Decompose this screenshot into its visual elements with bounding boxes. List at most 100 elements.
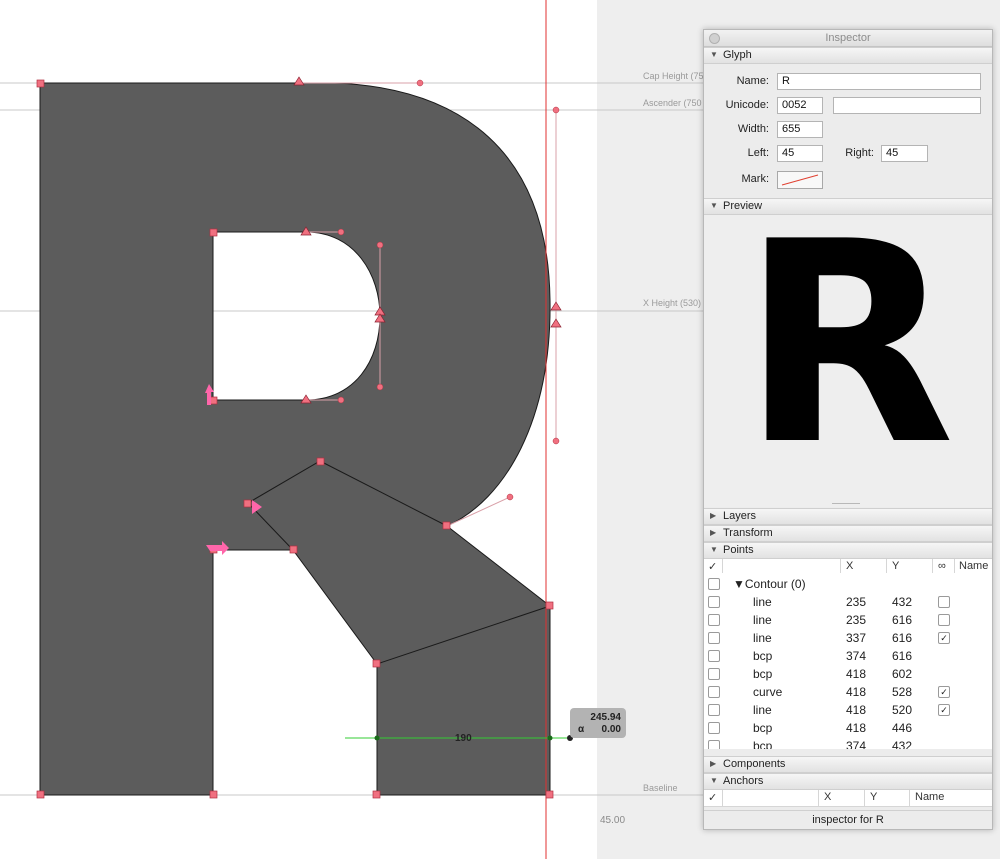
width-label: Width: (737, 123, 769, 135)
name-field[interactable]: R (777, 73, 981, 90)
transform-section-label: Transform (723, 527, 773, 539)
table-row[interactable]: bcp 374 616 (704, 647, 992, 665)
point-y[interactable]: 432 (892, 739, 912, 749)
unicode-label: Unicode: (725, 99, 769, 111)
point-x[interactable]: 337 (846, 631, 866, 645)
measure-tooltip: 245.94 α 0.00 (570, 708, 626, 738)
table-row[interactable]: line 235 432 (704, 593, 992, 611)
measure-point (374, 735, 380, 741)
check-column-header[interactable]: ✓ (708, 791, 717, 804)
select-checkbox[interactable] (708, 668, 720, 680)
point-type: line (753, 613, 772, 627)
point-x[interactable]: 418 (846, 721, 866, 735)
points-section-label: Points (723, 544, 754, 556)
point-y[interactable]: 432 (892, 595, 912, 609)
inspector-panel: Inspector ▼ Glyph Name: R Unicode: 0052 … (703, 29, 993, 830)
status-text: inspector for R (704, 810, 992, 829)
preview-glyph: R (740, 182, 956, 506)
right-margin-value: 45.00 (600, 815, 626, 826)
point-type: bcp (753, 739, 773, 749)
smooth-checkbox[interactable]: ✓ (938, 704, 950, 716)
point-y[interactable]: 616 (892, 649, 912, 663)
components-section-label: Components (723, 758, 786, 770)
tooltip-angle: 0.00 (601, 724, 621, 735)
point-y[interactable]: 602 (892, 667, 912, 681)
anchors-section-header[interactable]: ▼ Anchors (704, 773, 992, 790)
select-checkbox[interactable] (708, 596, 720, 608)
point-y[interactable]: 446 (892, 721, 912, 735)
select-checkbox[interactable] (708, 686, 720, 698)
glyph-section-header[interactable]: ▼ Glyph (704, 47, 992, 64)
smooth-checkbox[interactable]: ✓ (938, 632, 950, 644)
point-x[interactable]: 374 (846, 649, 866, 663)
point-x[interactable]: 235 (846, 613, 866, 627)
point-x[interactable]: 235 (846, 595, 866, 609)
table-row[interactable]: bcp 418 446 (704, 719, 992, 737)
glyph-outline[interactable] (39, 82, 551, 796)
left-margin-field[interactable]: 45 (777, 145, 823, 162)
table-row[interactable]: curve 418 528 ✓ (704, 683, 992, 701)
table-row[interactable]: line 418 520 ✓ (704, 701, 992, 719)
anchors-table-header: ✓ X Y Name (704, 790, 992, 807)
unicode-name-field[interactable] (833, 97, 981, 114)
left-margin-label: Left: (747, 147, 769, 159)
smooth-checkbox[interactable] (938, 596, 950, 608)
point-y[interactable]: 616 (892, 631, 912, 645)
select-checkbox[interactable] (708, 704, 720, 716)
point-y[interactable]: 520 (892, 703, 912, 717)
smooth-checkbox[interactable] (938, 614, 950, 626)
anchors-section-label: Anchors (723, 775, 764, 787)
select-checkbox[interactable] (708, 632, 720, 644)
smooth-column-header[interactable]: ∞ (938, 560, 946, 572)
disclosure-open-icon: ▼ (710, 50, 718, 59)
resize-grip[interactable] (832, 503, 860, 504)
inspector-titlebar[interactable]: Inspector (704, 30, 992, 47)
point-y[interactable]: 528 (892, 685, 912, 699)
y-column-header[interactable]: Y (870, 791, 877, 803)
glyph-preview: R (704, 205, 992, 507)
components-section-header[interactable]: ▶ Components (704, 756, 992, 773)
select-checkbox[interactable] (708, 578, 720, 590)
select-checkbox[interactable] (708, 722, 720, 734)
right-margin-label: Right: (845, 147, 874, 159)
point-type: curve (753, 685, 783, 699)
disclosure-open-icon: ▼ (710, 776, 718, 785)
point-y[interactable]: 616 (892, 613, 912, 627)
glyph-section-label: Glyph (723, 49, 752, 61)
name-label: Name: (736, 75, 769, 87)
point-x[interactable]: 374 (846, 739, 866, 749)
select-checkbox[interactable] (708, 650, 720, 662)
y-column-header[interactable]: Y (892, 560, 899, 572)
select-checkbox[interactable] (708, 740, 720, 749)
disclosure-closed-icon: ▶ (710, 759, 717, 768)
point-type: line (753, 595, 772, 609)
points-table[interactable]: ▼Contour (0) line 235 432 line 235 616 l… (704, 573, 992, 749)
x-column-header[interactable]: X (846, 560, 853, 572)
x-column-header[interactable]: X (824, 791, 831, 803)
table-row[interactable]: line 235 616 (704, 611, 992, 629)
contour-row[interactable]: ▼Contour (0) (704, 575, 992, 593)
width-field[interactable]: 655 (777, 121, 823, 138)
unicode-field[interactable]: 0052 (777, 97, 823, 114)
point-x[interactable]: 418 (846, 685, 866, 699)
check-column-header[interactable]: ✓ (708, 560, 717, 573)
point-type: line (753, 631, 772, 645)
x-height-label: X Height (530) (643, 298, 702, 308)
select-checkbox[interactable] (708, 614, 720, 626)
point-x[interactable]: 418 (846, 703, 866, 717)
points-section-header[interactable]: ▼ Points (704, 542, 992, 559)
table-row[interactable]: line 337 616 ✓ (704, 629, 992, 647)
name-column-header[interactable]: Name (915, 791, 944, 803)
name-column-header[interactable]: Name (959, 560, 988, 572)
contour-label: ▼Contour (0) (733, 577, 806, 591)
ascender-label: Ascender (750 (643, 98, 702, 108)
smooth-checkbox[interactable]: ✓ (938, 686, 950, 698)
right-margin-field[interactable]: 45 (881, 145, 928, 162)
point-x[interactable]: 418 (846, 667, 866, 681)
table-row[interactable]: bcp 374 432 (704, 737, 992, 749)
measure-distance-label: 190 (455, 733, 472, 744)
disclosure-closed-icon: ▶ (710, 528, 717, 537)
table-row[interactable]: bcp 418 602 (704, 665, 992, 683)
layers-section-header[interactable]: ▶ Layers (704, 508, 992, 525)
transform-section-header[interactable]: ▶ Transform (704, 525, 992, 542)
